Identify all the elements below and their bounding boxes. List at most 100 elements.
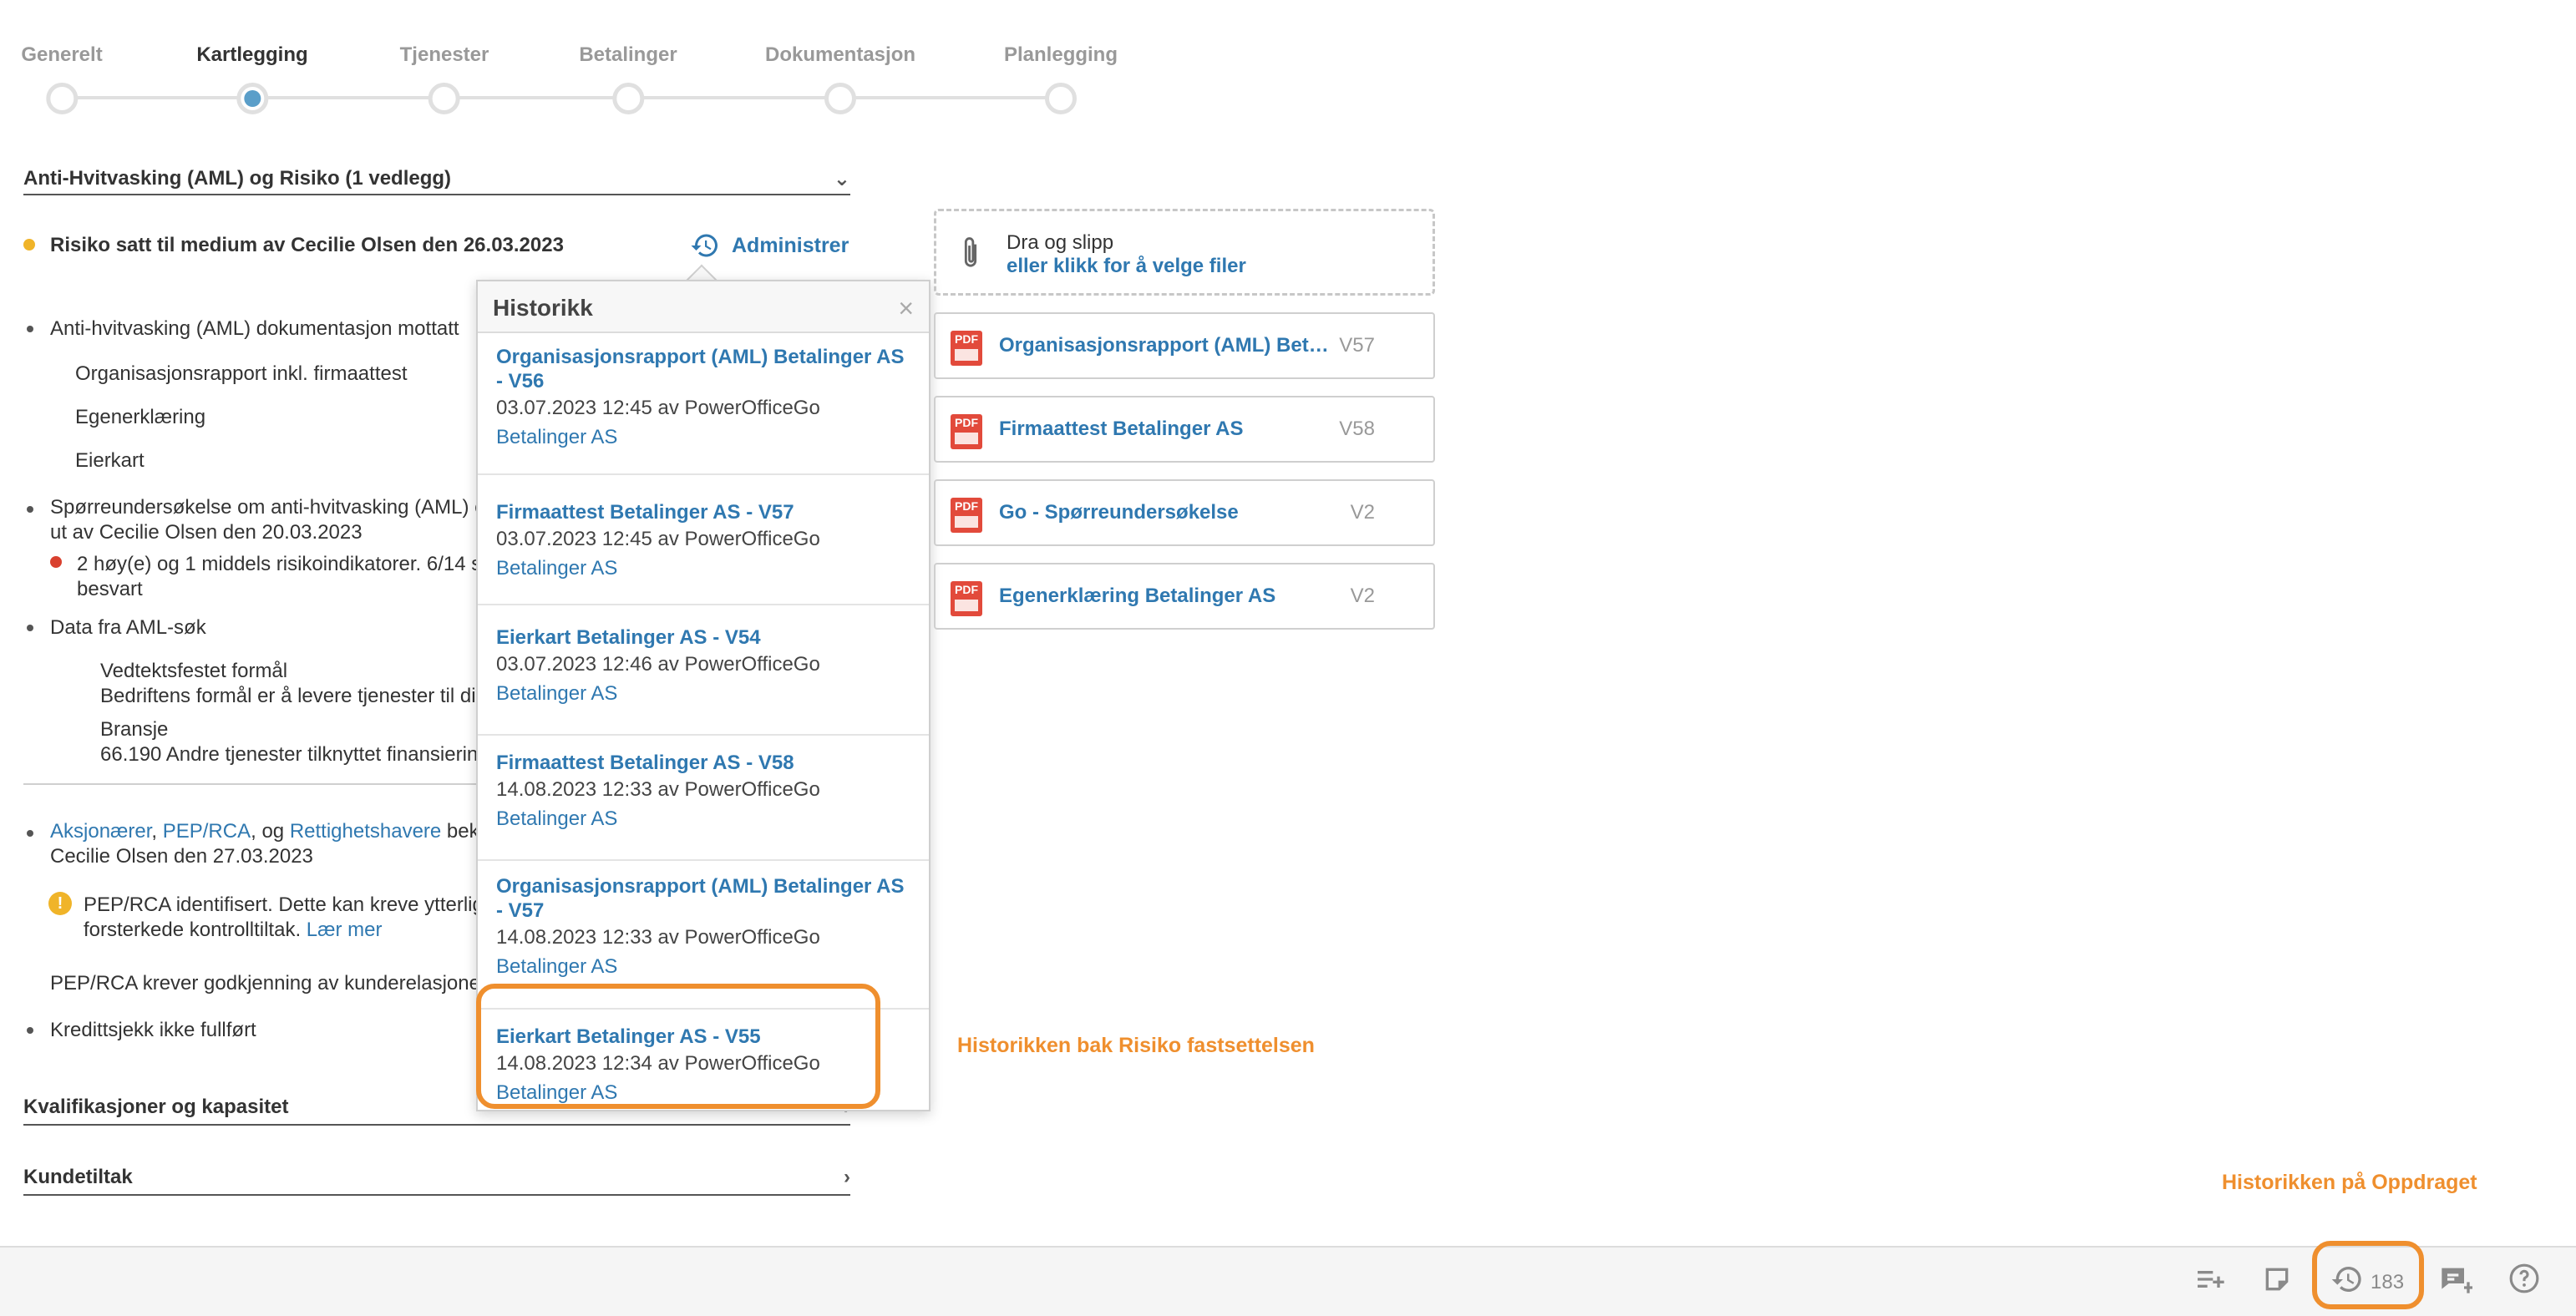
history-item-meta: 14.08.2023 12:33 av PowerOfficeGo	[496, 926, 820, 949]
file-version: V2	[1350, 501, 1375, 524]
pdf-icon: PDF	[951, 581, 982, 616]
risk-indicator-dot	[50, 556, 62, 568]
step-label: Tjenester	[399, 43, 489, 66]
bottom-toolbar: 183	[0, 1246, 2576, 1316]
pep-warning-line-1: PEP/RCA identifisert. Dette kan kreve yt…	[84, 893, 484, 916]
step-dokumentasjon[interactable]: Dokumentasjon	[764, 43, 916, 114]
file-name[interactable]: Go - Spørreundersøkelse	[999, 501, 1239, 524]
file-name[interactable]: Egenerklæring Betalinger AS	[999, 585, 1275, 608]
close-icon[interactable]: ×	[898, 293, 914, 324]
pdf-icon: PDF	[951, 498, 982, 533]
file-item[interactable]: PDF Egenerklæring Betalinger AS V2	[934, 563, 1435, 630]
file-item[interactable]: PDF Go - Spørreundersøkelse V2	[934, 479, 1435, 546]
bullet	[27, 326, 33, 332]
file-name[interactable]: Firmaattest Betalinger AS	[999, 418, 1244, 441]
step-kartlegging[interactable]: Kartlegging	[196, 43, 308, 114]
history-item-title[interactable]: Organisasjonsrapport (AML) Betalinger AS	[496, 345, 910, 369]
section-kundetiltak-header[interactable]: Kundetiltak ›	[23, 1166, 850, 1196]
step-planlegging[interactable]: Planlegging	[1004, 43, 1118, 114]
file-dropzone[interactable]: Dra og slipp eller klikk for å velge fil…	[934, 209, 1435, 296]
rettighetshavere-link[interactable]: Rettighetshavere	[290, 820, 441, 843]
progress-stepper: Generelt Kartlegging Tjenester Betalinge…	[0, 0, 1253, 134]
add-comment-icon[interactable]	[2436, 1263, 2476, 1303]
history-item-title[interactable]: Organisasjonsrapport (AML) Betalinger AS	[496, 874, 910, 898]
pdf-icon: PDF	[951, 414, 982, 449]
doc-self-declaration: Egenerklæring	[75, 406, 206, 428]
history-item-title[interactable]: Firmaattest Betalinger AS - V57	[496, 500, 910, 524]
step-label: Kartlegging	[196, 43, 308, 66]
history-item-title-cont[interactable]: - V56	[496, 369, 910, 393]
step-label: Dokumentasjon	[764, 43, 916, 66]
add-list-icon[interactable]	[2190, 1263, 2230, 1303]
history-item-client-link[interactable]: Betalinger AS	[496, 804, 910, 833]
owners-line-2: Cecilie Olsen den 27.03.2023	[50, 845, 313, 868]
section-title: Anti-Hvitvasking (AML) og Risiko (1 vedl…	[23, 167, 452, 190]
file-item[interactable]: PDF Organisasjonsrapport (AML) Betalinge…	[934, 312, 1435, 379]
paperclip-icon	[956, 235, 985, 281]
history-item-meta: 03.07.2023 12:45 av PowerOfficeGo	[496, 397, 820, 419]
history-item[interactable]: Firmaattest Betalinger AS - V57 03.07.20…	[478, 488, 929, 605]
risk-status-text: Risiko satt til medium av Cecilie Olsen …	[50, 234, 564, 256]
aml-search-data: Data fra AML-søk	[50, 616, 206, 639]
history-item-client-link[interactable]: Betalinger AS	[496, 423, 910, 452]
chevron-right-icon: ›	[844, 1166, 850, 1188]
purpose-value: Bedriftens formål er å levere tjenester …	[100, 685, 476, 707]
pdf-icon: PDF	[951, 331, 982, 366]
dropzone-text: Dra og slipp	[1007, 231, 1114, 254]
history-item-highlight-frame	[476, 984, 880, 1109]
file-version: V2	[1350, 585, 1375, 607]
pep-warning-line-2: forsterkede kontrolltiltak. Lær mer	[84, 919, 382, 942]
file-item[interactable]: PDF Firmaattest Betalinger AS V58	[934, 396, 1435, 463]
risk-indicators-line-1: 2 høy(e) og 1 middels risikoindikatorer.…	[77, 553, 482, 575]
purpose-label: Vedtektsfestet formål	[100, 660, 288, 682]
history-item-client-link[interactable]: Betalinger AS	[496, 952, 910, 981]
administrer-button[interactable]: Administrer	[690, 230, 849, 261]
history-item-meta: 14.08.2023 12:33 av PowerOfficeGo	[496, 778, 820, 801]
history-item-title[interactable]: Firmaattest Betalinger AS - V58	[496, 751, 910, 775]
section-title: Kvalifikasjoner og kapasitet	[23, 1096, 289, 1118]
stepper-line	[62, 96, 1061, 99]
section-aml-header[interactable]: Anti-Hvitvasking (AML) og Risiko (1 vedl…	[23, 167, 850, 195]
section-title: Kundetiltak	[23, 1166, 133, 1188]
chevron-down-icon: ⌄	[833, 168, 850, 190]
step-dot-active[interactable]	[236, 83, 268, 114]
history-item[interactable]: Eierkart Betalinger AS - V54 03.07.2023 …	[478, 614, 929, 736]
bullet	[27, 506, 33, 513]
step-dot[interactable]	[824, 83, 856, 114]
choose-files-link[interactable]: eller klikk for å velge filer	[1007, 255, 1246, 278]
separator: ,	[151, 820, 163, 843]
industry-value: 66.190 Andre tjenester tilknyttet finans…	[100, 743, 479, 766]
file-version: V58	[1339, 418, 1375, 440]
step-dot[interactable]	[612, 83, 644, 114]
history-item[interactable]: Organisasjonsrapport (AML) Betalinger AS…	[478, 345, 929, 475]
step-betalinger[interactable]: Betalinger	[579, 43, 677, 114]
history-item[interactable]: Firmaattest Betalinger AS - V58 14.08.20…	[478, 739, 929, 861]
aksjonaerer-link[interactable]: Aksjonærer	[50, 820, 151, 843]
administrer-label: Administrer	[732, 233, 849, 257]
history-item-client-link[interactable]: Betalinger AS	[496, 679, 910, 708]
pep-approval-text: PEP/RCA krever godkjenning av kunderelas…	[50, 972, 480, 995]
industry-label: Bransje	[100, 718, 169, 741]
aml-doc-received: Anti-hvitvasking (AML) dokumentasjon mot…	[50, 317, 459, 340]
history-icon	[691, 234, 718, 257]
history-item-meta: 03.07.2023 12:45 av PowerOfficeGo	[496, 528, 820, 550]
note-icon[interactable]	[2257, 1263, 2297, 1303]
history-item-title[interactable]: Eierkart Betalinger AS - V54	[496, 625, 910, 650]
step-generelt[interactable]: Generelt	[21, 43, 103, 114]
popover-header: Historikk ×	[478, 281, 929, 333]
step-dot[interactable]	[46, 83, 78, 114]
doc-ownership: Eierkart	[75, 449, 145, 472]
step-dot[interactable]	[1044, 83, 1077, 114]
help-icon[interactable]	[2504, 1263, 2544, 1303]
step-dot[interactable]	[428, 83, 460, 114]
pep-rca-link[interactable]: PEP/RCA	[163, 820, 251, 843]
credit-check-text: Kredittsjekk ikke fullført	[50, 1019, 256, 1041]
step-tjenester[interactable]: Tjenester	[399, 43, 489, 114]
annotation-assignment-history: Historikken på Oppdraget	[2222, 1171, 2477, 1194]
file-name[interactable]: Organisasjonsrapport (AML) Betalinger AS	[999, 334, 1333, 357]
history-item-title-cont[interactable]: - V57	[496, 898, 910, 923]
history-item-client-link[interactable]: Betalinger AS	[496, 554, 910, 583]
learn-more-link[interactable]: Lær mer	[307, 919, 383, 941]
survey-line-2: ut av Cecilie Olsen den 20.03.2023	[50, 521, 363, 544]
risk-indicators-line-2: besvart	[77, 578, 143, 600]
